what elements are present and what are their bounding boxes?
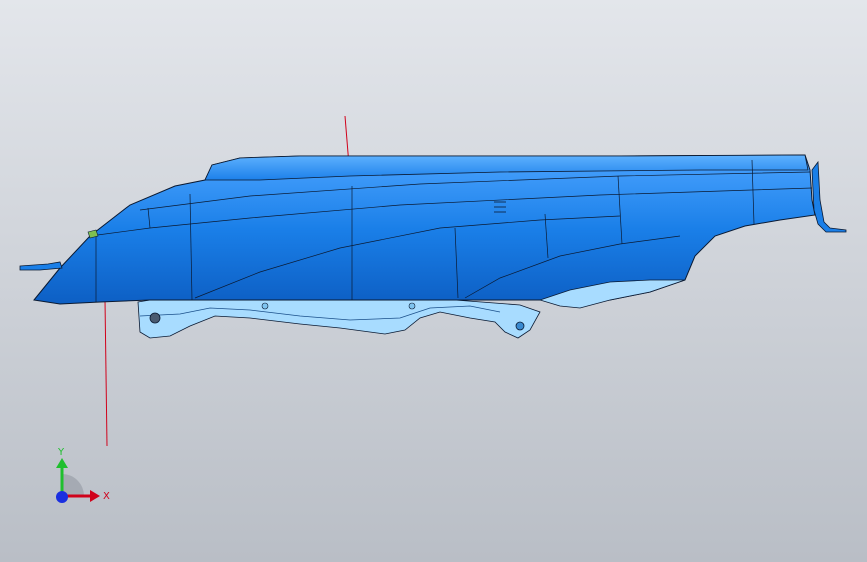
- bracket-clip-1: [261, 302, 269, 310]
- y-axis-arrowhead: [56, 458, 68, 468]
- coordinate-triad[interactable]: Y X: [56, 447, 110, 503]
- fender-main-surface[interactable]: [33, 154, 816, 305]
- cad-viewport[interactable]: Y X: [0, 0, 867, 562]
- reference-axis-line-lower: [104, 299, 108, 447]
- z-axis-dot: [56, 491, 68, 503]
- front-tip-flange: [19, 261, 63, 271]
- bracket-hole-left: [149, 312, 161, 324]
- rear-tab: [811, 160, 847, 233]
- y-axis-label: Y: [57, 447, 65, 458]
- x-axis-label: X: [103, 491, 110, 502]
- bracket-hole-right: [515, 321, 525, 331]
- bracket-clip-2: [408, 302, 416, 310]
- x-axis-arrowhead: [90, 490, 100, 502]
- fender-part-model[interactable]: [19, 154, 847, 339]
